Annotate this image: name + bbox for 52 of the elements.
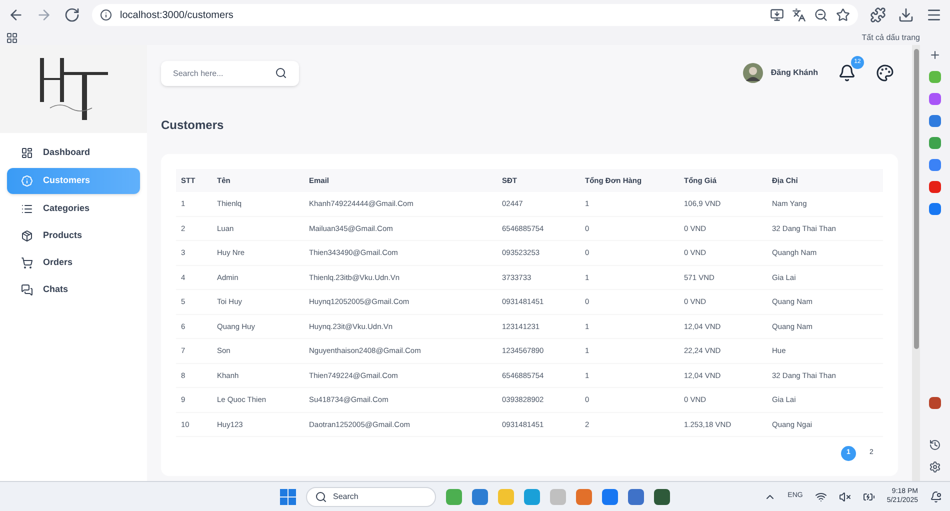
back-icon[interactable]: [8, 7, 24, 23]
sidebar-item[interactable]: Products: [7, 224, 140, 248]
translate-icon[interactable]: [792, 8, 806, 22]
chat-icon: [21, 284, 33, 296]
dashboard-icon: [21, 147, 33, 159]
mute-icon[interactable]: [838, 490, 851, 502]
history-icon[interactable]: [929, 439, 941, 451]
bell-icon[interactable]: [838, 64, 856, 82]
user-name: Đăng Khánh: [770, 67, 818, 79]
bookmarks-link[interactable]: Tất cả dấu trang: [862, 32, 944, 44]
settings-icon[interactable]: [929, 461, 941, 473]
app-shortcut-icon[interactable]: [929, 159, 941, 171]
app-shortcut-icon[interactable]: [929, 181, 941, 193]
palette-icon[interactable]: [876, 64, 894, 82]
battery-icon[interactable]: [862, 490, 875, 502]
box-icon: [21, 230, 33, 242]
taskbar-app-icon[interactable]: [628, 488, 644, 504]
app-shortcut-icon[interactable]: [929, 115, 941, 127]
app-shortcut-icon[interactable]: [929, 397, 941, 409]
page-title: Customers: [161, 117, 225, 134]
sidebar-item[interactable]: Categories: [7, 197, 140, 221]
add-icon[interactable]: [929, 49, 941, 61]
download-icon[interactable]: [898, 7, 914, 23]
app-shortcut-icon[interactable]: [929, 137, 941, 149]
url-text: localhost:3000/customers: [120, 8, 234, 22]
apps-icon[interactable]: [6, 32, 18, 44]
sidebar-item[interactable]: Orders: [7, 251, 140, 275]
taskbar-search[interactable]: Search: [306, 486, 436, 506]
search-field[interactable]: Search here...: [161, 61, 299, 86]
taskbar-app-icon[interactable]: [654, 488, 670, 504]
search-icon[interactable]: [275, 66, 287, 78]
taskbar-app-icon[interactable]: [472, 488, 488, 504]
start-icon[interactable]: [280, 488, 296, 504]
avatar[interactable]: [742, 63, 763, 83]
zoom-out-icon[interactable]: [814, 8, 828, 22]
info-icon[interactable]: [100, 9, 112, 21]
cart-icon: [21, 257, 33, 269]
extensions-icon[interactable]: [870, 7, 886, 23]
notification-icon[interactable]: [930, 490, 942, 502]
app-shortcut-icon[interactable]: [929, 93, 941, 105]
search-icon: [315, 490, 327, 502]
scrollbar-thumb[interactable]: [914, 49, 918, 349]
menu-icon[interactable]: [926, 7, 942, 23]
wifi-icon[interactable]: [814, 490, 827, 502]
reload-icon[interactable]: [64, 7, 80, 23]
install-icon[interactable]: [770, 8, 784, 22]
taskbar-app-icon[interactable]: [602, 488, 618, 504]
sidebar-item[interactable]: Dashboard: [7, 141, 140, 165]
app-shortcut-icon[interactable]: [929, 203, 941, 215]
address-bar[interactable]: localhost:3000/customers: [92, 4, 858, 26]
star-icon[interactable]: [836, 8, 850, 22]
sidebar-item[interactable]: Chats: [7, 278, 140, 302]
